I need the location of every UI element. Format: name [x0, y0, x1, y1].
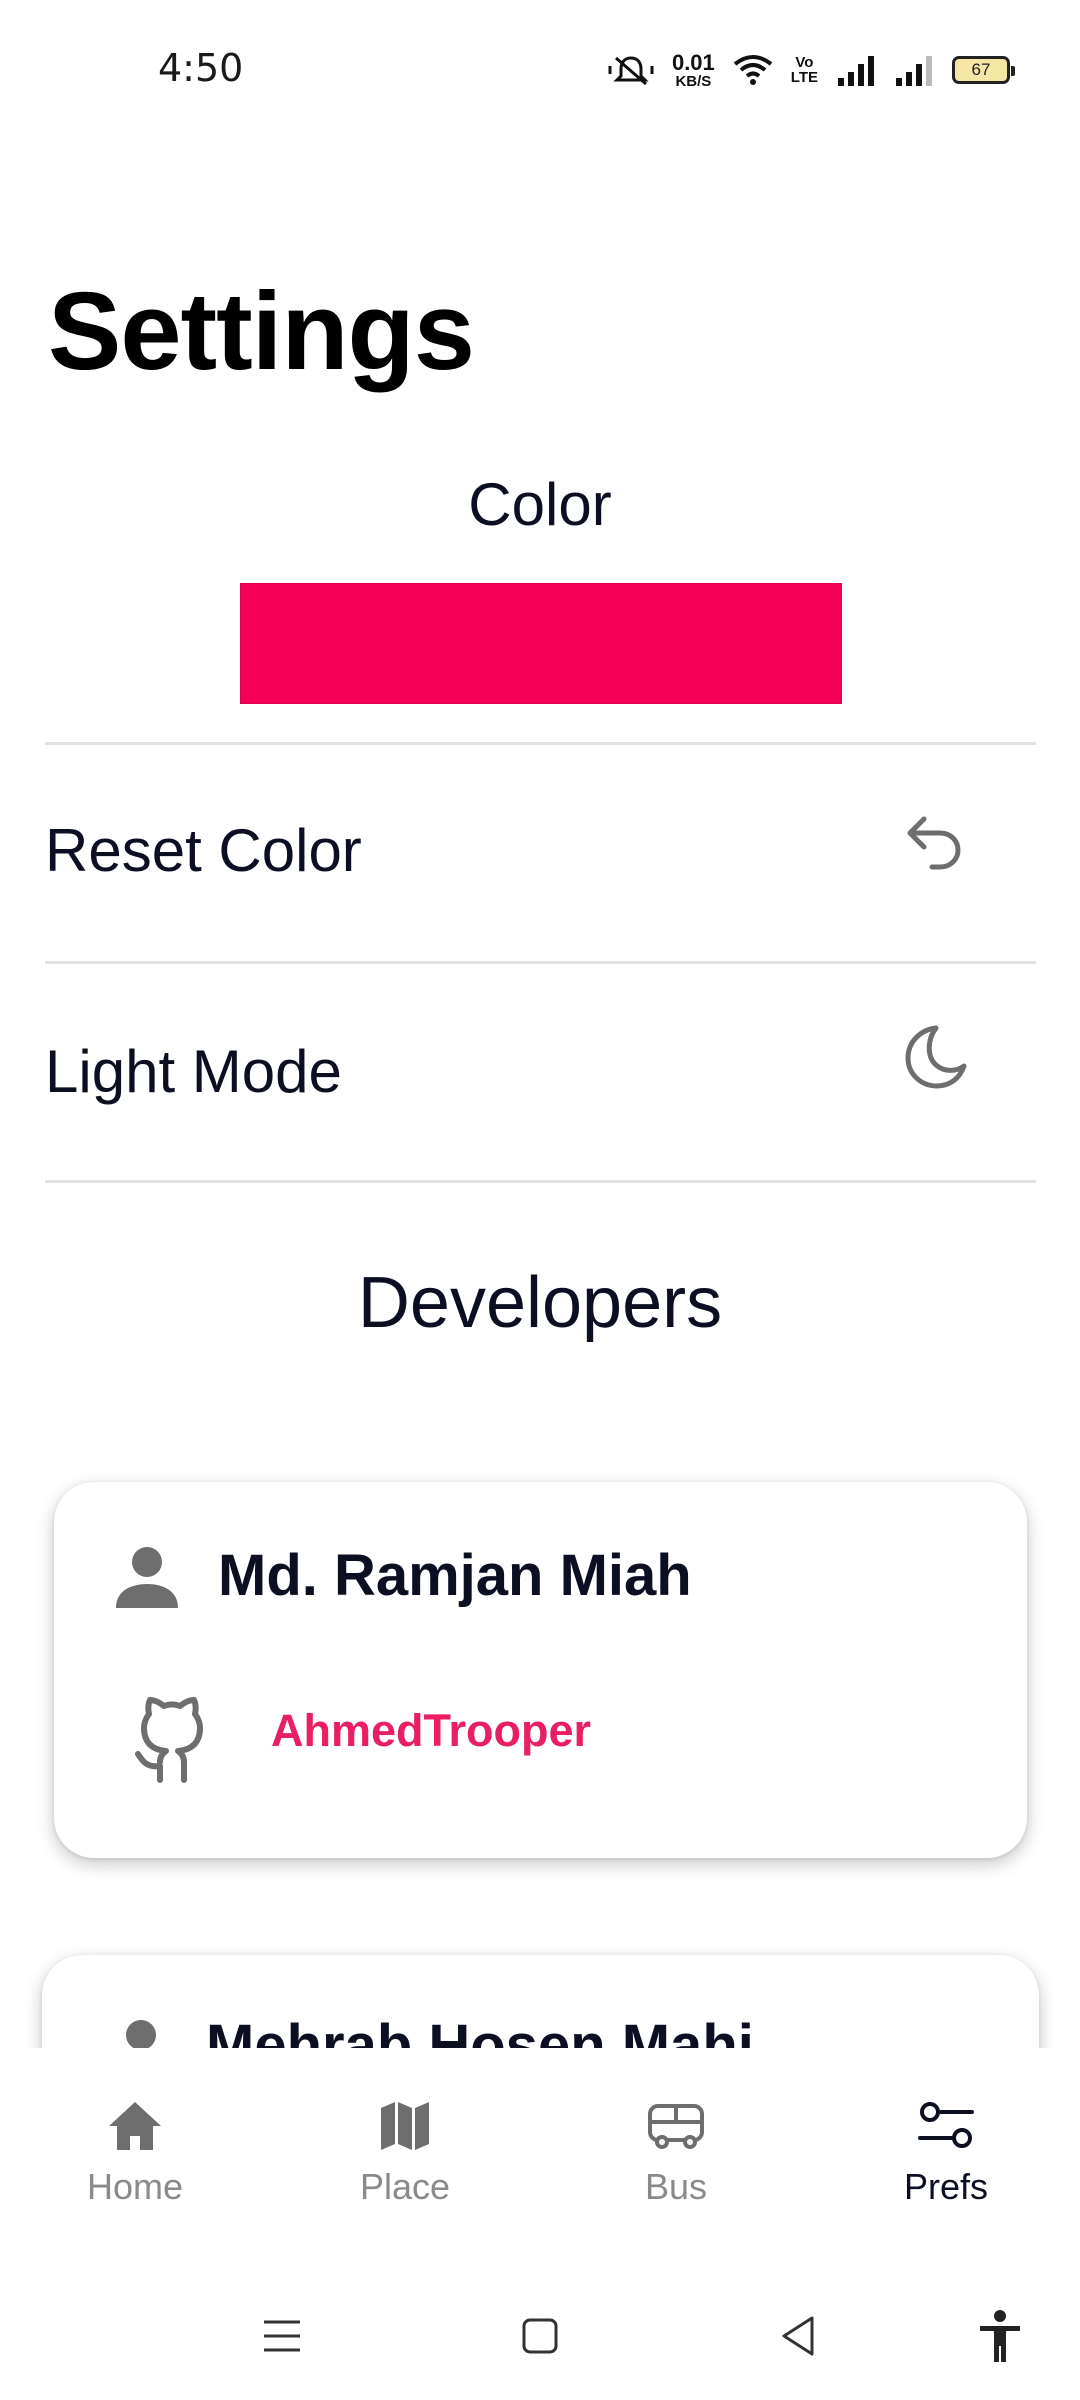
volte-indicator: Vo LTE: [791, 55, 818, 85]
network-speed: 0.01 KB/S: [671, 49, 715, 90]
github-link[interactable]: AhmedTrooper: [271, 1705, 591, 1757]
undo-icon[interactable]: [898, 807, 968, 877]
battery-level: 67: [971, 60, 991, 79]
nav-prefs[interactable]: Prefs: [836, 2048, 1056, 2270]
accessibility-icon[interactable]: [972, 2308, 1028, 2364]
signal-icon: [838, 56, 874, 86]
network-speed-value: 0.01: [671, 49, 715, 75]
nav-place-label: Place: [359, 2166, 451, 2207]
developers-heading: Developers: [357, 1263, 723, 1343]
reset-color-label: Reset Color: [45, 817, 362, 884]
reset-color-row[interactable]: Reset Color: [0, 745, 1080, 935]
nav-place[interactable]: Place: [295, 2048, 515, 2270]
back-icon[interactable]: [770, 2308, 826, 2364]
status-icons: 0.01 KB/S Vo LTE 67: [608, 48, 1015, 92]
developer-name: Md. Ramjan Miah: [218, 1543, 692, 1608]
nav-bus[interactable]: Bus: [566, 2048, 786, 2270]
bus-icon: [648, 2104, 704, 2149]
light-mode-row[interactable]: Light Mode: [0, 964, 1080, 1154]
sliders-icon: [918, 2102, 974, 2148]
status-bar: 4:50 0.01 KB/S Vo LTE 67: [0, 0, 1080, 140]
signal-icon: [896, 56, 932, 86]
bottom-navigation: Home Place Bus Prefs: [0, 2048, 1080, 2270]
nav-bus-label: Bus: [644, 2166, 708, 2207]
system-navigation-bar: [0, 2270, 1080, 2400]
page-title: Settings: [48, 270, 475, 393]
volte-top: Vo: [795, 54, 814, 71]
nav-home[interactable]: Home: [25, 2048, 245, 2270]
home-square-icon[interactable]: [512, 2308, 568, 2364]
color-picker-swatch[interactable]: [240, 583, 842, 704]
light-mode-label: Light Mode: [45, 1038, 342, 1105]
developer-card: Md. Ramjan Miah AhmedTrooper: [54, 1482, 1027, 1858]
divider: [45, 1180, 1036, 1183]
nav-home-label: Home: [86, 2166, 184, 2207]
moon-icon[interactable]: [898, 1022, 968, 1092]
network-speed-unit: KB/S: [675, 72, 712, 90]
battery-icon: 67: [952, 56, 1015, 84]
menu-icon[interactable]: [254, 2308, 310, 2364]
volte-bottom: LTE: [790, 69, 818, 86]
mute-icon: [608, 56, 654, 86]
color-heading: Color: [468, 471, 612, 538]
map-icon: [381, 2102, 429, 2150]
status-time: 4:50: [158, 46, 244, 90]
person-icon: [116, 1547, 178, 1608]
github-icon: [135, 1697, 203, 1783]
wifi-icon: [733, 55, 773, 85]
home-icon: [109, 2102, 161, 2150]
nav-prefs-label: Prefs: [903, 2166, 989, 2207]
